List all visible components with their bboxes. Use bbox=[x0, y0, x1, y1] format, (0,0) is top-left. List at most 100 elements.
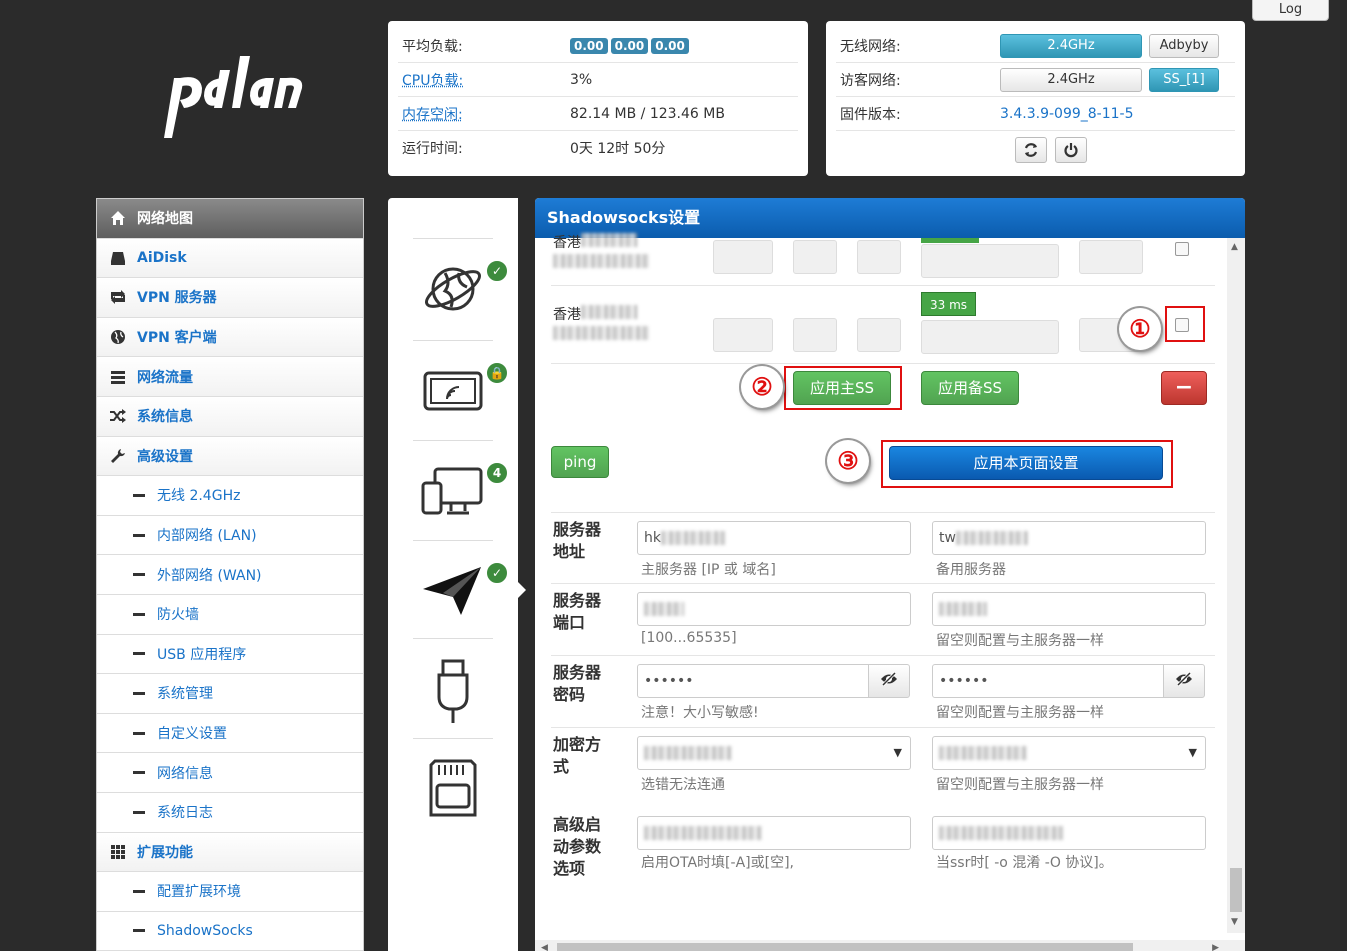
reboot-button[interactable] bbox=[1014, 137, 1047, 163]
server-password-row: 服务器密码 •••••• •••••• 注意！大小写敏感! 留空则配置与主服务器… bbox=[551, 656, 1215, 728]
guest-24ghz-button[interactable]: 2.4GHz bbox=[1000, 67, 1142, 92]
sdcard-icon bbox=[429, 759, 477, 817]
clients-cell[interactable]: 4 bbox=[413, 440, 509, 540]
main-server-address-input[interactable]: hk bbox=[637, 521, 911, 555]
main-password-help: 注意！大小写敏感! bbox=[641, 705, 759, 721]
server-field bbox=[1079, 240, 1143, 274]
redacted-text bbox=[939, 602, 987, 616]
annotation-marker-1: ① bbox=[1119, 308, 1161, 350]
usb-cell[interactable] bbox=[413, 638, 493, 738]
scroll-right-icon[interactable]: ▶ bbox=[1212, 943, 1219, 951]
globe-network-icon bbox=[425, 267, 481, 311]
sidebar-sub-wireless[interactable]: 无线 2.4GHz bbox=[97, 476, 363, 516]
server-select-checkbox[interactable] bbox=[1175, 242, 1189, 256]
sidebar-sub-syslog[interactable]: 系统日志 bbox=[97, 792, 363, 833]
sidebar-item-advanced[interactable]: 高级设置 bbox=[97, 436, 363, 477]
sidebar-sub-shadowsocks[interactable]: ShadowSocks bbox=[97, 911, 363, 951]
cpu-label-link[interactable]: CPU负载: bbox=[398, 70, 570, 90]
main-server-password-input[interactable]: •••••• bbox=[637, 664, 869, 698]
firmware-version-link[interactable]: 3.4.3.9-099_8-11-5 bbox=[1000, 106, 1134, 122]
annotation-box bbox=[881, 440, 1173, 488]
main-server-port-input[interactable] bbox=[637, 592, 911, 626]
backup-encryption-select[interactable]: ▼ bbox=[932, 736, 1206, 770]
remove-server-button[interactable]: − bbox=[1161, 371, 1207, 405]
server-field bbox=[857, 318, 901, 352]
show-password-button[interactable] bbox=[868, 664, 910, 698]
scroll-down-icon[interactable]: ▼ bbox=[1231, 917, 1238, 927]
shadowsocks-cell[interactable]: ✓ bbox=[413, 540, 509, 640]
redacted-text bbox=[955, 531, 1028, 545]
sidebar-sub-custom[interactable]: 自定义设置 bbox=[97, 713, 363, 754]
sidebar-sub-wan[interactable]: 外部网络 (WAN) bbox=[97, 555, 363, 595]
internet-status-cell[interactable]: ✓ bbox=[413, 238, 509, 338]
advanced-params-row: 高级启动参数选项 启用OTA时填[-A]或[空], 当ssr时[ -o 混淆 -… bbox=[551, 808, 1215, 888]
load-1min: 0.00 bbox=[570, 37, 608, 54]
load-values: 0.00 0.00 0.00 bbox=[570, 37, 692, 54]
sidebar-sub-label: 配置扩展环境 bbox=[157, 884, 241, 901]
sidebar-item-system-info[interactable]: 系统信息 bbox=[97, 396, 363, 437]
apply-backup-ss-button[interactable]: 应用备SS bbox=[921, 371, 1019, 405]
wireless-24ghz-button[interactable]: 2.4GHz bbox=[1000, 33, 1142, 58]
refresh-icon bbox=[1024, 143, 1037, 157]
ss-status-button[interactable]: SS_[1] bbox=[1149, 67, 1219, 92]
sidebar-sub-lan[interactable]: 内部网络 (LAN) bbox=[97, 515, 363, 556]
ping-button[interactable]: ping bbox=[551, 446, 609, 478]
dash-icon bbox=[133, 771, 145, 775]
server-row: 香港 bbox=[551, 233, 1215, 286]
globe-icon bbox=[109, 328, 127, 346]
sidebar-item-extensions[interactable]: 扩展功能 bbox=[97, 832, 363, 873]
adbyby-button[interactable]: Adbyby bbox=[1149, 33, 1219, 58]
sidebar-item-network-map[interactable]: 网络地图 bbox=[97, 199, 363, 239]
scroll-left-icon[interactable]: ◀ bbox=[541, 943, 548, 951]
power-button[interactable] bbox=[1054, 137, 1087, 163]
backup-advanced-params-input[interactable] bbox=[932, 816, 1206, 850]
scrollbar-thumb[interactable] bbox=[557, 943, 1133, 951]
mem-value: 82.14 MB / 123.46 MB bbox=[570, 105, 725, 122]
backup-server-address-input[interactable]: tw bbox=[932, 521, 1206, 555]
backup-encryption-help: 留空则配置与主服务器一样 bbox=[936, 777, 1104, 793]
guest-label: 访客网络: bbox=[840, 72, 901, 89]
server-field bbox=[857, 240, 901, 274]
sidebar-item-label: VPN 服务器 bbox=[137, 290, 217, 307]
sidebar-sub-ext-env[interactable]: 配置扩展环境 bbox=[97, 872, 363, 912]
backup-server-port-input[interactable] bbox=[932, 592, 1206, 626]
dash-icon bbox=[133, 612, 145, 616]
sidebar-item-aidisk[interactable]: AiDisk bbox=[97, 238, 363, 279]
dash-icon bbox=[133, 691, 145, 695]
vertical-scrollbar[interactable]: ▲ ▼ bbox=[1227, 238, 1245, 933]
sidebar-item-vpn-client[interactable]: VPN 客户端 bbox=[97, 317, 363, 358]
main-encryption-select[interactable]: ▼ bbox=[637, 736, 911, 770]
sidebar-sub-label: 系统日志 bbox=[157, 805, 213, 822]
sidebar-sub-netinfo[interactable]: 网络信息 bbox=[97, 753, 363, 793]
wireless-label: 无线网络: bbox=[840, 38, 901, 55]
horizontal-scrollbar[interactable]: ◀ ▶ bbox=[535, 940, 1245, 951]
sidebar-sub-usb[interactable]: USB 应用程序 bbox=[97, 634, 363, 675]
sidebar-sub-label: 系统管理 bbox=[157, 686, 213, 703]
server-field bbox=[713, 240, 773, 274]
sidebar-sub-label: 防火墙 bbox=[157, 607, 199, 624]
mem-label-link[interactable]: 内存空闲: bbox=[398, 104, 570, 124]
panel-content: 香港 香港 33 ms ① 应用主SS ② 应用备SS − ping 应用本页面… bbox=[535, 233, 1225, 933]
logout-button[interactable]: Log bbox=[1252, 0, 1329, 21]
input-value: tw bbox=[939, 530, 956, 546]
sidebar-item-label: VPN 客户端 bbox=[137, 330, 217, 347]
dash-icon bbox=[133, 573, 145, 577]
redacted-text bbox=[581, 305, 637, 319]
sidebar-sub-firewall[interactable]: 防火墙 bbox=[97, 594, 363, 635]
redacted-text bbox=[553, 254, 649, 268]
sidebar-sub-admin[interactable]: 系统管理 bbox=[97, 674, 363, 714]
redacted-text bbox=[939, 826, 1063, 840]
dash-icon bbox=[133, 810, 145, 814]
server-name-text: 香港 bbox=[553, 235, 581, 251]
wireless-clients-cell[interactable]: 🔒 bbox=[413, 340, 509, 440]
scrollbar-thumb[interactable] bbox=[1230, 868, 1242, 912]
backup-server-password-input[interactable]: •••••• bbox=[932, 664, 1164, 698]
server-name: 香港 bbox=[553, 232, 637, 252]
main-advanced-params-input[interactable] bbox=[637, 816, 911, 850]
sidebar-item-traffic[interactable]: 网络流量 bbox=[97, 357, 363, 397]
sidebar-item-vpn-server[interactable]: VPN 服务器 bbox=[97, 278, 363, 318]
show-backup-password-button[interactable] bbox=[1163, 664, 1205, 698]
sdcard-cell[interactable] bbox=[413, 738, 493, 838]
panel-title: Shadowsocks设置 bbox=[535, 198, 1245, 238]
scroll-up-icon[interactable]: ▲ bbox=[1231, 242, 1238, 252]
